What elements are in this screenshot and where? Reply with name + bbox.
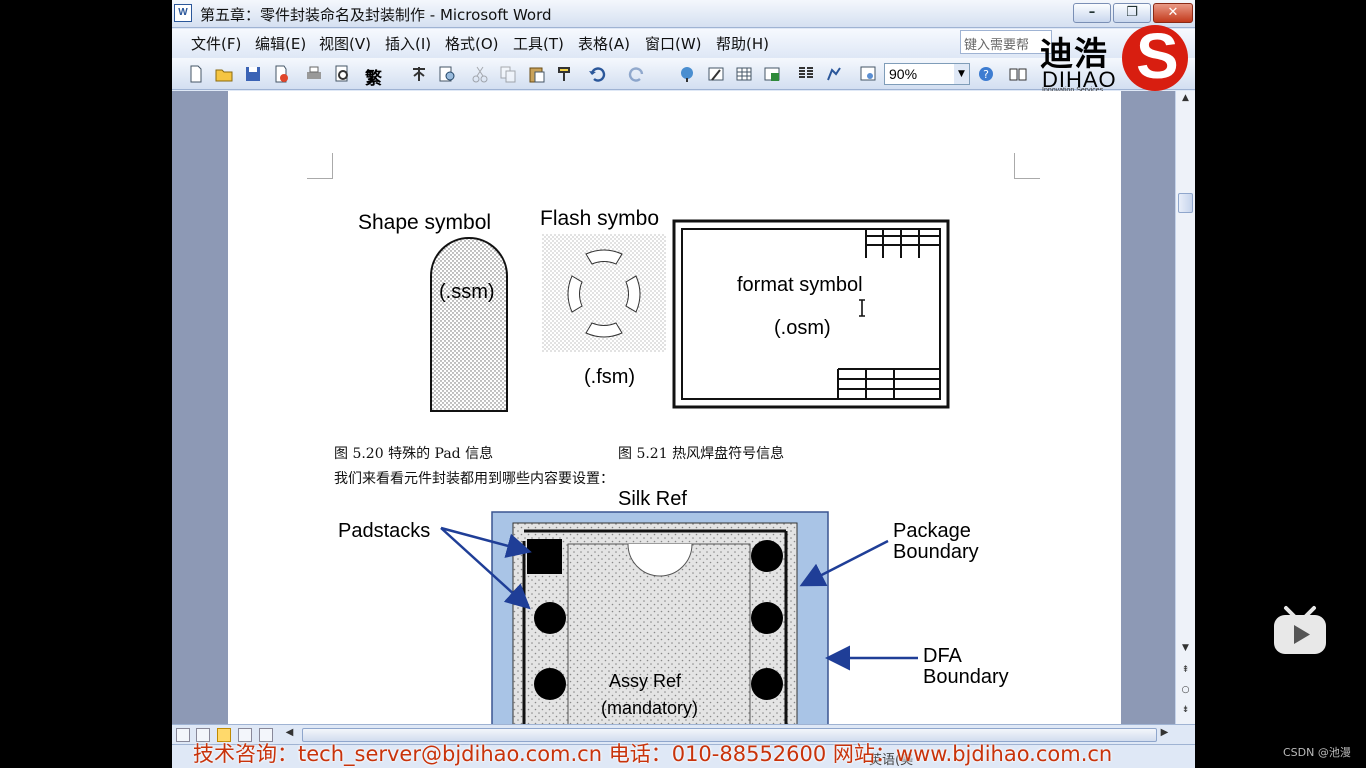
pad-round [534, 602, 566, 634]
format-painter-icon[interactable] [555, 64, 575, 84]
doc-map-icon[interactable] [858, 64, 878, 84]
redo-icon[interactable] [627, 64, 647, 84]
contact-watermark: 技术咨询：tech_server@bjdihao.com.cn 电话：010-8… [193, 742, 1113, 766]
pad-round [751, 668, 783, 700]
menu-insert[interactable]: 插入(I) [385, 33, 431, 54]
menu-tools[interactable]: 工具(T) [513, 33, 564, 54]
assy-ref-label: Assy Ref [609, 671, 682, 691]
scroll-right-icon[interactable]: ▶ [1157, 727, 1172, 742]
mandatory-label: (mandatory) [601, 698, 698, 718]
menu-file[interactable]: 文件(F) [191, 33, 241, 54]
format-symbol-ext: (.osm) [774, 317, 831, 339]
package-boundary-label: Package [893, 520, 971, 542]
menu-help[interactable]: 帮助(H) [716, 33, 769, 54]
padstacks-label: Padstacks [338, 520, 430, 542]
shape-symbol-ext: (.ssm) [439, 281, 495, 303]
read-icon[interactable] [1008, 64, 1028, 84]
silk-ref-label: Silk Ref [618, 488, 687, 510]
dfa-boundary-label: DFA [923, 645, 963, 667]
help-icon[interactable]: ? [976, 64, 996, 84]
shape-symbol-title: Shape symbol [358, 211, 491, 234]
print-preview-icon[interactable] [332, 64, 352, 84]
pad-round [751, 602, 783, 634]
dihao-logo: 迪浩 DIHAO Innovation Services S [1038, 25, 1188, 94]
scroll-up-icon[interactable]: ▲ [1178, 93, 1193, 108]
pad-round [751, 540, 783, 572]
simp-chinese-icon[interactable] [409, 64, 429, 84]
minimize-button[interactable]: – [1073, 3, 1111, 23]
caption-fig-5-21: 图 5.21 热风焊盘符号信息 [618, 446, 785, 462]
trad-chinese-icon[interactable]: 繁 [365, 64, 385, 89]
undo-icon[interactable] [587, 64, 607, 84]
permission-icon[interactable] [271, 64, 291, 84]
open-icon[interactable] [214, 64, 234, 84]
word-document-icon[interactable]: W [174, 4, 192, 22]
select-browse-object-icon[interactable]: ○ [1178, 685, 1193, 700]
new-icon[interactable] [186, 64, 206, 84]
research-icon[interactable] [437, 64, 457, 84]
package-boundary-label: Boundary [893, 541, 979, 563]
scroll-down-icon[interactable]: ▼ [1178, 643, 1193, 658]
maximize-button[interactable]: ❐ [1113, 3, 1151, 23]
menu-view[interactable]: 视图(V) [319, 33, 371, 54]
vertical-scroll-thumb[interactable] [1178, 193, 1193, 213]
flash-spoke [625, 275, 641, 313]
shape-symbol-outline [430, 237, 508, 412]
menu-format[interactable]: 格式(O) [445, 33, 499, 54]
chevron-down-icon[interactable]: ▼ [954, 64, 969, 84]
format-symbol-title: format symbol [737, 274, 863, 296]
document-area: Shape symbol (.ssm) Flash symbo (.fsm) f… [172, 91, 1175, 724]
paste-icon[interactable] [527, 64, 547, 84]
close-button[interactable]: ✕ [1153, 3, 1193, 23]
svg-text:?: ? [983, 68, 989, 81]
drawing-icon[interactable] [824, 64, 844, 84]
title-bar: W 第五章：零件封装命名及封装制作 - Microsoft Word – ❐ ✕ [172, 0, 1195, 28]
previous-page-icon[interactable]: ⇞ [1178, 665, 1193, 680]
caption-fig-5-20: 图 5.20 特殊的 Pad 信息 [334, 446, 494, 462]
menu-window[interactable]: 窗口(W) [645, 33, 702, 54]
flash-symbol-title: Flash symbo [540, 207, 659, 230]
word-window: W 第五章：零件封装命名及封装制作 - Microsoft Word – ❐ ✕… [172, 0, 1195, 768]
play-icon[interactable] [1272, 604, 1328, 656]
package-figure: Silk Ref Assy Ref (mandatory) Padstacks … [338, 488, 1009, 724]
print-icon[interactable] [304, 64, 324, 84]
flash-spoke [585, 322, 623, 338]
window-title: 第五章：零件封装命名及封装制作 - Microsoft Word [200, 6, 552, 24]
copy-icon[interactable] [498, 64, 518, 84]
save-icon[interactable] [243, 64, 263, 84]
menu-table[interactable]: 表格(A) [578, 33, 630, 54]
pad-square [527, 539, 562, 574]
cut-icon[interactable] [470, 64, 490, 84]
insert-excel-icon[interactable] [762, 64, 782, 84]
vertical-scrollbar[interactable]: ▲ ▼ ⇞ ○ ⇟ [1175, 91, 1195, 724]
document-page[interactable]: Shape symbol (.ssm) Flash symbo (.fsm) f… [228, 91, 1121, 724]
dfa-boundary-label: Boundary [923, 666, 1009, 688]
flash-spoke [585, 249, 623, 265]
insert-table-icon[interactable] [734, 64, 754, 84]
flash-spoke [567, 275, 583, 313]
normal-view-icon[interactable] [176, 728, 190, 742]
crop-mark [1014, 153, 1040, 179]
columns-icon[interactable] [796, 64, 816, 84]
tables-borders-icon[interactable] [706, 64, 726, 84]
menu-edit[interactable]: 编辑(E) [255, 33, 306, 54]
symbol-figure: Shape symbol (.ssm) Flash symbo (.fsm) f… [358, 207, 950, 412]
crop-mark [307, 153, 333, 179]
hyperlink-icon[interactable] [678, 64, 698, 84]
csdn-watermark: CSDN @池漫 [1283, 746, 1351, 759]
logo-mark-icon: S [1122, 25, 1188, 91]
flash-symbol-ext: (.fsm) [584, 366, 635, 388]
next-page-icon[interactable]: ⇟ [1178, 705, 1193, 720]
pad-round [534, 668, 566, 700]
